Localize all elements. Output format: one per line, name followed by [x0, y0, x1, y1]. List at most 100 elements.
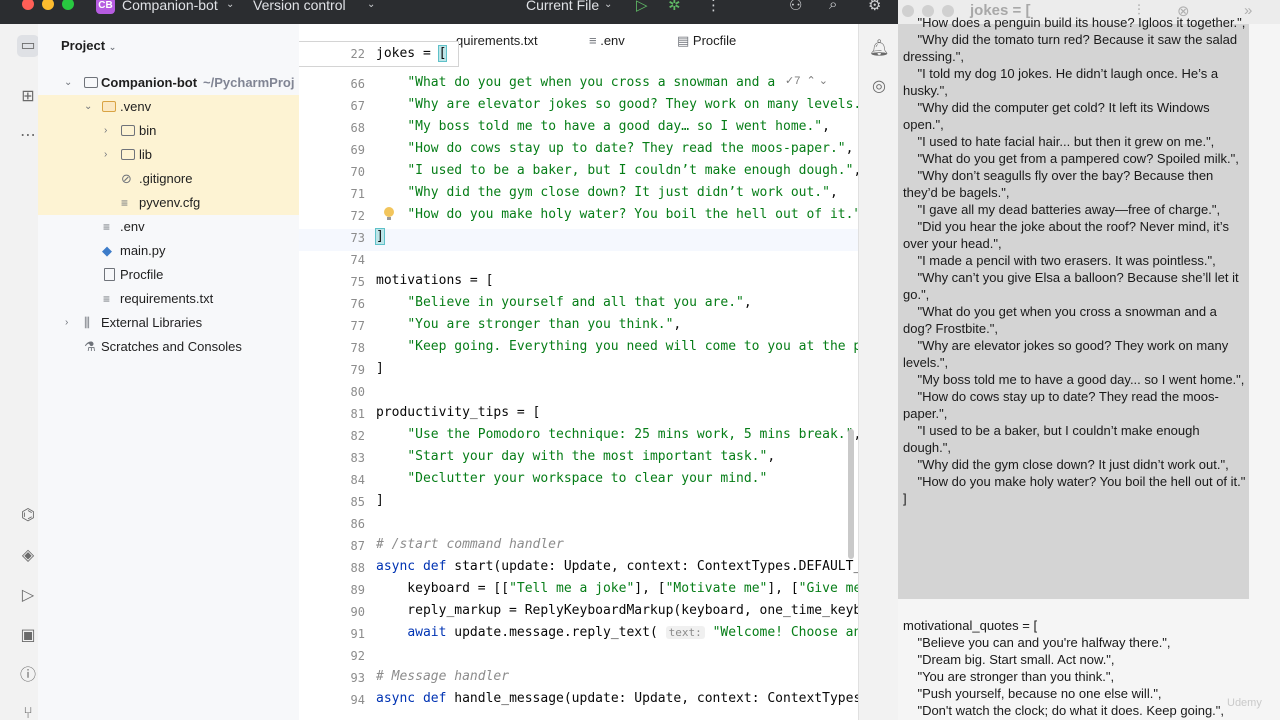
sticky-scroll-line[interactable]: 22 jokes = [ [299, 41, 459, 67]
python-console-icon[interactable]: ⌬ [17, 505, 39, 527]
chevron-right-icon[interactable]: › [104, 119, 107, 143]
ignored-file-icon: ⊘ [121, 171, 132, 186]
problems-icon[interactable]: ⓘ [17, 665, 39, 687]
line-number: 85 [350, 495, 365, 509]
code-line[interactable]: "Use the Pomodoro technique: 25 mins wor… [376, 427, 858, 442]
inspection-widget[interactable]: ✓7 ⌃ ⌄ [785, 74, 828, 87]
code-line[interactable]: "Why did the gym close down? It just did… [376, 185, 837, 200]
ai-assistant-icon[interactable]: ◎ [869, 76, 889, 96]
project-badge: CB [96, 0, 115, 14]
notifications-bell-icon[interactable]: 🔔︎ [869, 38, 889, 58]
code-line[interactable]: ] [376, 493, 384, 508]
project-folder-icon[interactable]: ▭ [17, 35, 39, 57]
code-line[interactable]: "How do cows stay up to date? They read … [376, 141, 853, 156]
tree-item-scratches[interactable]: ⚗ Scratches and Consoles [38, 335, 299, 359]
tree-item-label: requirements.txt [120, 291, 214, 306]
code-line[interactable]: "Start your day with the most important … [376, 449, 775, 464]
tree-item-label: pyvenv.cfg [139, 195, 201, 210]
chevron-right-icon[interactable]: › [104, 143, 107, 167]
tab-requirements[interactable]: quirements.txt [456, 33, 538, 48]
zoom-window-button[interactable] [62, 0, 74, 10]
line-number: 68 [350, 121, 365, 135]
run-icon[interactable]: ▷ [636, 0, 648, 14]
add-user-icon[interactable]: ⚇ [789, 0, 802, 14]
code-line[interactable]: ] [376, 361, 384, 376]
env-file-icon: ≡ [103, 220, 111, 234]
code-line[interactable]: # Message handler [376, 669, 509, 684]
tree-item-external-libraries[interactable]: › ⫼ External Libraries [38, 311, 299, 335]
code-line[interactable]: await update.message.reply_text( text: "… [376, 625, 858, 640]
text-file-icon: ≡ [103, 292, 111, 306]
code-line[interactable]: "How do you make holy water? You boil th… [376, 207, 858, 222]
version-control-menu[interactable]: Version control [253, 0, 346, 13]
minimize-window-button[interactable] [42, 0, 54, 10]
run-config-selector[interactable]: Current File [526, 0, 599, 13]
code-line[interactable]: "Keep going. Everything you need will co… [376, 339, 858, 354]
tab-procfile[interactable]: ▤ Procfile [677, 33, 736, 49]
chevron-down-icon: ⌄ [226, 0, 235, 10]
code-line[interactable]: "Why are elevator jokes so good? They wo… [376, 97, 858, 112]
code-line[interactable]: "What do you get when you cross a snowma… [376, 75, 783, 90]
tree-item-requirements[interactable]: ≡ requirements.txt [38, 287, 299, 311]
chevron-right-icon[interactable]: › [65, 311, 68, 335]
line-number: 78 [350, 341, 365, 355]
debug-icon[interactable]: ✲ [668, 0, 681, 14]
code-line[interactable]: motivations = [ [376, 273, 493, 288]
search-icon[interactable]: ⌕ [829, 0, 837, 13]
chevron-down-icon[interactable]: ⌄ [64, 71, 72, 95]
more-tools-icon[interactable]: ⋯ [17, 125, 39, 147]
chevron-down-icon[interactable]: ⌄ [84, 95, 92, 119]
tree-item-pyvenv-cfg[interactable]: ≡ pyvenv.cfg [38, 191, 299, 215]
structure-icon[interactable]: ⊞ [17, 86, 39, 108]
code-line[interactable]: keyboard = [["Tell me a joke"], ["Motiva… [376, 581, 858, 596]
line-number: 82 [350, 429, 365, 443]
terminal-icon[interactable]: ▣ [17, 625, 39, 647]
vertical-scrollbar[interactable] [848, 429, 854, 559]
code-line[interactable]: reply_markup = ReplyKeyboardMarkup(keybo… [376, 603, 858, 618]
tree-item-label: External Libraries [101, 315, 203, 330]
notes-body-text[interactable]: motivational_quotes = [ "Believe you can… [903, 617, 1248, 719]
line-number: 74 [350, 253, 365, 267]
tree-item-project-root[interactable]: ⌄ Companion-bot ~/PycharmProj [38, 71, 299, 95]
watermark: Udemy [1227, 697, 1262, 709]
code-line[interactable]: "Declutter your workspace to clear your … [376, 471, 767, 486]
project-panel-title[interactable]: Project ⌄ [61, 38, 116, 53]
more-actions-icon[interactable]: ⋮ [706, 0, 721, 14]
notes-selected-text[interactable]: "How does a penguin build its house? Igl… [903, 14, 1248, 507]
tree-item-env[interactable]: ≡ .env [38, 215, 299, 239]
sticky-code: jokes = [ [376, 45, 448, 62]
line-number: 71 [350, 187, 365, 201]
close-window-button[interactable] [22, 0, 34, 10]
code-editor[interactable]: quirements.txt ≡ .env ▤ Procfile 22 joke… [299, 24, 858, 720]
git-icon[interactable]: ⑂ [17, 703, 39, 720]
tree-item-lib[interactable]: › lib [38, 143, 299, 167]
line-number: 77 [350, 319, 365, 333]
code-line[interactable]: "Believe in yourself and all that you ar… [376, 295, 751, 310]
tree-item-main-py[interactable]: ◆ main.py [38, 239, 299, 263]
code-line[interactable]: ] [375, 228, 385, 245]
code-line[interactable]: async def handle_message(update: Update,… [376, 691, 858, 706]
line-number: 22 [350, 47, 365, 61]
code-line[interactable]: "You are stronger than you think.", [376, 317, 681, 332]
layers-icon[interactable]: ◈ [17, 545, 39, 567]
tab-env[interactable]: ≡ .env [589, 33, 625, 48]
code-line[interactable]: "My boss told me to have a good day… so … [376, 119, 830, 134]
line-number: 67 [350, 99, 365, 113]
line-number: 93 [350, 671, 365, 685]
tree-item-gitignore[interactable]: ⊘ .gitignore [38, 167, 299, 191]
tree-item-bin[interactable]: › bin [38, 119, 299, 143]
chevron-down-icon: ⌄ [367, 0, 376, 10]
code-line[interactable]: async def start(update: Update, context:… [376, 559, 858, 574]
tree-item-procfile[interactable]: Procfile [38, 263, 299, 287]
line-number: 69 [350, 143, 365, 157]
code-line[interactable]: "I used to be a baker, but I couldn’t ma… [376, 163, 858, 178]
tree-item-label: Companion-bot [101, 75, 198, 90]
tree-item-venv[interactable]: ⌄ .venv [38, 95, 299, 119]
line-number: 75 [350, 275, 365, 289]
line-number: 66 [350, 77, 365, 91]
settings-gear-icon[interactable]: ⚙ [868, 0, 881, 14]
project-switcher[interactable]: Companion-bot [122, 0, 218, 13]
services-icon[interactable]: ▷ [17, 585, 39, 607]
code-line[interactable]: # /start command handler [376, 537, 564, 552]
code-line[interactable]: productivity_tips = [ [376, 405, 540, 420]
